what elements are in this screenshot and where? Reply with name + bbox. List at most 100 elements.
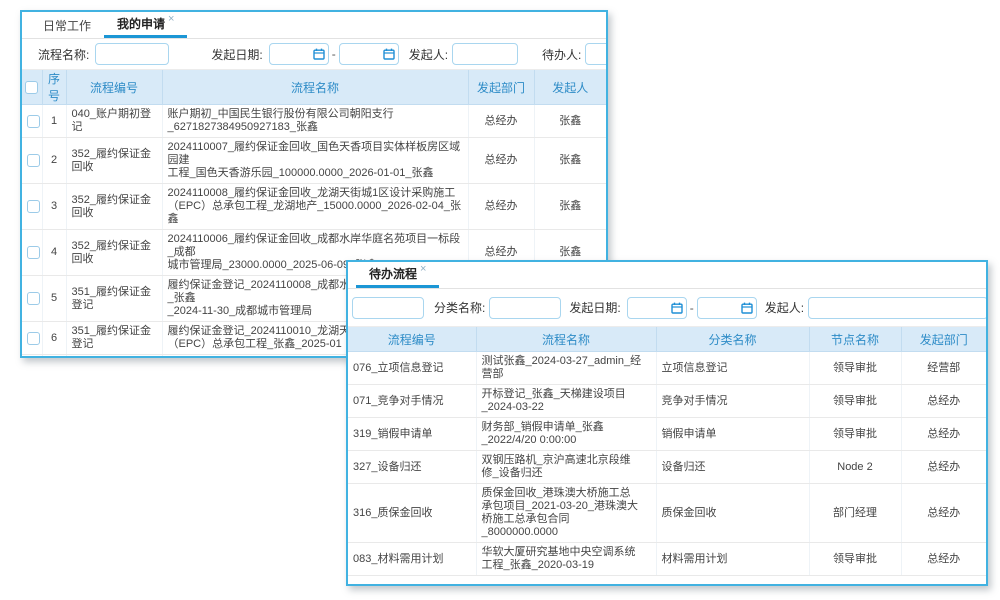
cell-name: 2024110007_履约保证金回收_国色天香项目实体样板房区域园建 工程_国色…: [162, 138, 468, 184]
cell-category: 设备归还: [656, 451, 809, 484]
filter-bar: 流程名称: 发起日期: - 发起人: 待办人:: [22, 39, 606, 70]
cell-person: 张鑫: [534, 184, 606, 230]
initiator-label: 发起人:: [765, 299, 804, 316]
close-icon[interactable]: ×: [168, 13, 174, 25]
cell-dept: 总经办: [468, 184, 534, 230]
row-checkbox[interactable]: [27, 332, 40, 345]
cell-category: 销假申请单: [656, 418, 809, 451]
process-name-input[interactable]: [352, 297, 424, 319]
cell-dept: 总经办: [901, 418, 986, 451]
initiator-input[interactable]: [452, 43, 518, 65]
cell-code: 071_竞争对手情况: [348, 385, 476, 418]
tab-label: 待办流程: [369, 265, 417, 282]
column-header-code[interactable]: 流程编号: [66, 70, 162, 105]
calendar-icon[interactable]: [313, 48, 325, 60]
column-header-dept[interactable]: 发起部门: [901, 327, 986, 352]
cell-name: 财务部_销假申请单_张鑫 _2022/4/20 0:00:00: [476, 418, 656, 451]
row-checkbox[interactable]: [27, 154, 40, 167]
cell-code: 316_质保金回收: [348, 484, 476, 543]
select-all-checkbox[interactable]: [25, 81, 38, 94]
cell-node: Node 2: [809, 451, 901, 484]
cell-no: 6: [42, 322, 66, 355]
calendar-icon[interactable]: [741, 302, 753, 314]
cell-code: 352_履约保证金回收: [66, 230, 162, 276]
cell-category: 质保金回收: [656, 484, 809, 543]
assignee-label: 待办人:: [542, 46, 581, 63]
checkbox-cell: [22, 230, 42, 276]
table-header-row: 流程编号 流程名称 分类名称 节点名称 发起部门: [348, 327, 986, 352]
cell-code: 352_履约保证金回收: [66, 184, 162, 230]
row-checkbox[interactable]: [27, 292, 40, 305]
initiator-label: 发起人:: [409, 46, 448, 63]
category-name-input[interactable]: [489, 297, 561, 319]
row-checkbox[interactable]: [27, 115, 40, 128]
table-header-row: 序号 流程编号 流程名称 发起部门 发起人: [22, 70, 606, 105]
column-header-dept[interactable]: 发起部门: [468, 70, 534, 105]
cell-dept: 总经办: [901, 543, 986, 576]
column-header-node[interactable]: 节点名称: [809, 327, 901, 352]
cell-code: 351_履约保证金登记: [66, 322, 162, 355]
cell-code: 327_设备归还: [348, 451, 476, 484]
start-date-label: 发起日期:: [211, 46, 262, 63]
table-row[interactable]: 071_竞争对手情况开标登记_张鑫_天梯建设项目 _2024-03-22竞争对手…: [348, 385, 986, 418]
assignee-input[interactable]: [585, 43, 608, 65]
table-row[interactable]: 2352_履约保证金回收2024110007_履约保证金回收_国色天香项目实体样…: [22, 138, 606, 184]
row-checkbox[interactable]: [27, 246, 40, 259]
row-checkbox[interactable]: [27, 200, 40, 213]
close-icon[interactable]: ×: [420, 263, 426, 275]
cell-dept: 总经办: [901, 451, 986, 484]
cell-category: 竞争对手情况: [656, 385, 809, 418]
process-name-input[interactable]: [95, 43, 169, 65]
column-header-name[interactable]: 流程名称: [162, 70, 468, 105]
start-date-label: 发起日期:: [569, 299, 620, 316]
select-all-cell: [22, 70, 42, 105]
calendar-icon[interactable]: [383, 48, 395, 60]
tab-label: 日常工作: [43, 17, 91, 34]
column-header-person[interactable]: 发起人: [534, 70, 606, 105]
todo-flows-window: 待办流程 × 分类名称: 发起日期: - 发起人: 流程编号 流程名称 分类名称…: [346, 260, 988, 586]
cell-name: 双钢压路机_京沪高速北京段维 修_设备归还: [476, 451, 656, 484]
cell-code: 040_账户期初登记: [66, 105, 162, 138]
filter-bar: 分类名称: 发起日期: - 发起人:: [348, 289, 986, 327]
cell-no: 2: [42, 138, 66, 184]
tab-label: 我的申请: [117, 15, 165, 32]
cell-dept: 总经办: [901, 484, 986, 543]
table-row[interactable]: 076_立项信息登记测试张鑫_2024-03-27_admin_经 营部立项信息…: [348, 352, 986, 385]
cell-dept: 总经办: [468, 138, 534, 184]
cell-name: 测试张鑫_2024-03-27_admin_经 营部: [476, 352, 656, 385]
cell-dept: 总经办: [468, 105, 534, 138]
tab-todo-flows[interactable]: 待办流程 ×: [356, 262, 439, 288]
initiator-input[interactable]: [808, 297, 988, 319]
cell-code: 083_材料需用计划: [348, 543, 476, 576]
cell-node: 领导审批: [809, 418, 901, 451]
cell-no: 1: [42, 105, 66, 138]
calendar-icon[interactable]: [671, 302, 683, 314]
todo-flows-table: 流程编号 流程名称 分类名称 节点名称 发起部门 076_立项信息登记测试张鑫_…: [348, 327, 986, 576]
cell-person: 张鑫: [534, 105, 606, 138]
column-header-name[interactable]: 流程名称: [476, 327, 656, 352]
cell-category: 立项信息登记: [656, 352, 809, 385]
table-row[interactable]: 083_材料需用计划华软大厦研究基地中央空调系统 工程_张鑫_2020-03-1…: [348, 543, 986, 576]
column-header-code[interactable]: 流程编号: [348, 327, 476, 352]
cell-node: 领导审批: [809, 385, 901, 418]
tab-daily-work[interactable]: 日常工作: [30, 12, 104, 38]
tab-my-applications[interactable]: 我的申请 ×: [104, 12, 187, 38]
cell-code: 076_立项信息登记: [348, 352, 476, 385]
column-header-no[interactable]: 序号: [42, 70, 66, 105]
category-name-label: 分类名称:: [434, 299, 485, 316]
table-row[interactable]: 1040_账户期初登记账户期初_中国民生银行股份有限公司朝阳支行 _627182…: [22, 105, 606, 138]
cell-code: 351_履约保证金登记: [66, 355, 162, 359]
table-row[interactable]: 316_质保金回收质保金回收_港珠澳大桥施工总 承包项目_2021-03-20_…: [348, 484, 986, 543]
cell-node: 领导审批: [809, 543, 901, 576]
tab-bar: 待办流程 ×: [348, 262, 986, 289]
checkbox-cell: [22, 105, 42, 138]
cell-dept: 经营部: [901, 352, 986, 385]
table-row[interactable]: 319_销假申请单财务部_销假申请单_张鑫 _2022/4/20 0:00:00…: [348, 418, 986, 451]
cell-no: 5: [42, 276, 66, 322]
cell-name: 华软大厦研究基地中央空调系统 工程_张鑫_2020-03-19: [476, 543, 656, 576]
table-row[interactable]: 327_设备归还双钢压路机_京沪高速北京段维 修_设备归还设备归还Node 2总…: [348, 451, 986, 484]
cell-code: 351_履约保证金登记: [66, 276, 162, 322]
column-header-category[interactable]: 分类名称: [656, 327, 809, 352]
cell-code: 319_销假申请单: [348, 418, 476, 451]
table-row[interactable]: 3352_履约保证金回收2024110008_履约保证金回收_龙湖天街城1区设计…: [22, 184, 606, 230]
